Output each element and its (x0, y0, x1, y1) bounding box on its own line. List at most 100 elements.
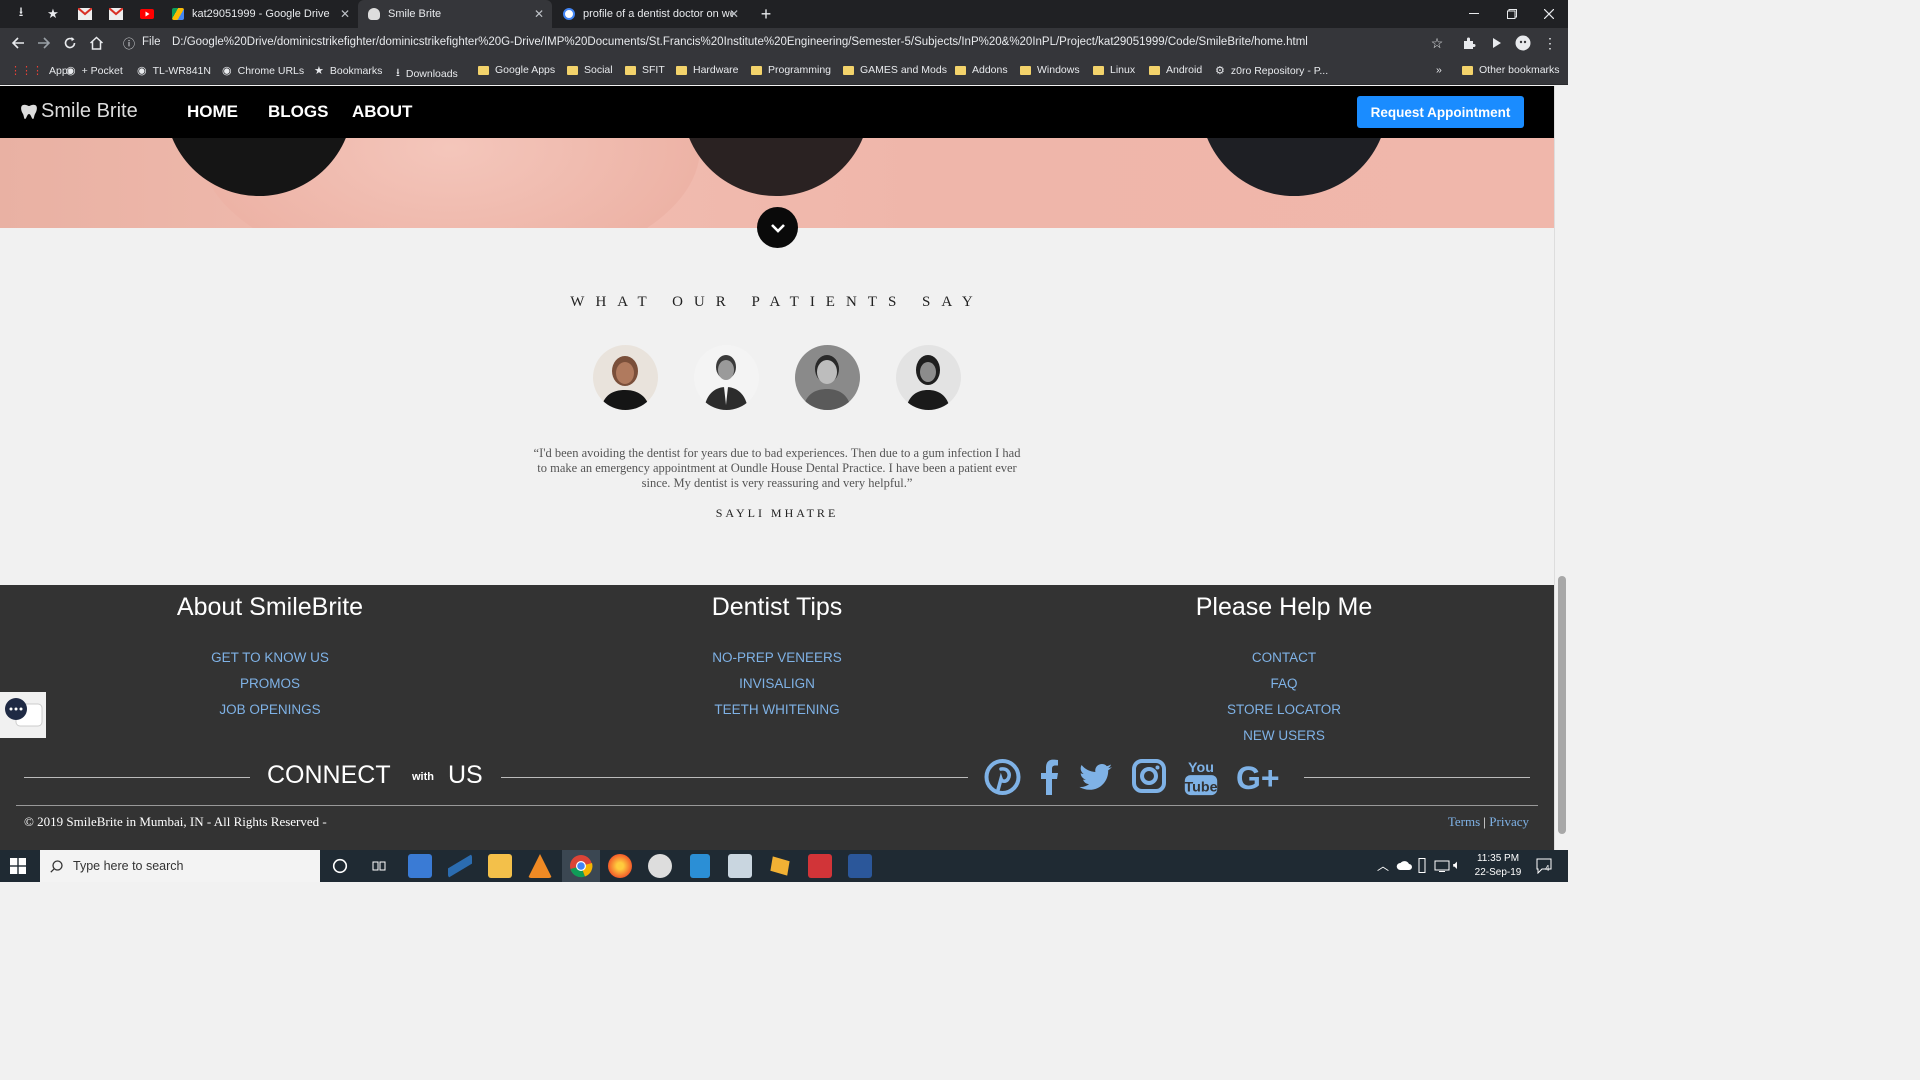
footer-link-get-to-know-us[interactable]: GET TO KNOW US (70, 650, 470, 665)
bookmarks-overflow-button[interactable]: » (1436, 64, 1442, 76)
profile-avatar-icon[interactable] (1513, 33, 1533, 53)
usb-device-icon[interactable] (1417, 858, 1427, 879)
footer-link-new-users[interactable]: NEW USERS (1084, 728, 1484, 743)
bookmark-linux[interactable]: Linux (1093, 64, 1135, 76)
privacy-link[interactable]: Privacy (1489, 814, 1529, 829)
cortana-icon[interactable] (332, 858, 348, 879)
footer-link-faq[interactable]: FAQ (1084, 676, 1484, 691)
footer-link-invisalign[interactable]: INVISALIGN (577, 676, 977, 691)
footer-link-teeth-whitening[interactable]: TEETH WHITENING (577, 702, 977, 717)
extensions-icon[interactable] (1459, 33, 1479, 53)
twitter-icon[interactable] (1078, 757, 1114, 797)
app-icon-phone[interactable] (690, 854, 710, 878)
app-icon-stream[interactable] (448, 854, 472, 878)
close-icon[interactable]: ✕ (729, 7, 739, 21)
task-view-icon[interactable] (371, 858, 387, 879)
minimize-button[interactable] (1455, 0, 1493, 28)
restore-button[interactable] (1493, 0, 1531, 28)
patient-avatar[interactable] (795, 345, 860, 410)
close-icon[interactable]: ✕ (534, 7, 544, 21)
bookmark-other-bookmarks[interactable]: Other bookmarks (1462, 64, 1560, 76)
bookmark-tl-wr841n[interactable]: ◉ TL-WR841N (137, 64, 211, 78)
download-icon[interactable]: ⭳ (11, 4, 31, 24)
footer-link-job-openings[interactable]: JOB OPENINGS (70, 702, 470, 717)
patient-avatar[interactable] (896, 345, 961, 410)
back-arrow-icon[interactable] (8, 33, 28, 53)
bookmark-chrome-urls[interactable]: ◉ Chrome URLs (222, 64, 304, 78)
youtube-icon[interactable]: You Tube (1183, 757, 1219, 797)
bookmark-android[interactable]: Android (1149, 64, 1202, 76)
chat-widget-button[interactable] (0, 692, 46, 738)
nav-about[interactable]: ABOUT (352, 102, 412, 122)
request-appointment-button[interactable]: Request Appointment (1357, 96, 1524, 128)
nav-blogs[interactable]: BLOGS (268, 102, 328, 122)
taskbar-search-box[interactable]: Type here to search (40, 850, 320, 882)
footer-help-title: Please Help Me (1195, 593, 1373, 621)
app-icon-red[interactable] (808, 854, 832, 878)
taskbar-active-app[interactable] (562, 850, 600, 882)
bookmark-pocket[interactable]: ◉ + Pocket (66, 64, 123, 78)
pinterest-icon[interactable] (984, 757, 1021, 797)
gmail-icon[interactable] (75, 4, 95, 24)
star-icon[interactable]: ★ (43, 4, 63, 24)
page-scrollbar[interactable] (1554, 86, 1568, 850)
gmail-icon[interactable] (106, 4, 126, 24)
bookmark-z0ro-repository[interactable]: ⚙ z0ro Repository - P... (1215, 64, 1328, 78)
bookmark-programming[interactable]: Programming (751, 64, 831, 76)
site-logo[interactable]: Smile Brite (20, 100, 138, 123)
terms-link[interactable]: Terms (1448, 814, 1480, 829)
menu-kebab-icon[interactable]: ⋮ (1540, 33, 1560, 53)
bookmark-games-and-mods[interactable]: GAMES and Mods (843, 64, 947, 76)
reload-icon[interactable] (60, 33, 80, 53)
tab-google-search[interactable]: profile of a dentist doctor on wel ✕ (553, 0, 747, 28)
footer-link-contact[interactable]: CONTACT (1084, 650, 1484, 665)
app-icon-photos[interactable] (648, 854, 672, 878)
new-tab-button[interactable]: + (756, 4, 776, 24)
volume-icon[interactable]: 🔈︎ (1453, 857, 1461, 873)
footer-link-store-locator[interactable]: STORE LOCATOR (1084, 702, 1484, 717)
forward-arrow-icon[interactable] (34, 33, 54, 53)
home-icon[interactable] (86, 33, 106, 53)
facebook-icon[interactable] (1038, 757, 1060, 797)
action-center-icon[interactable]: 4 (1536, 858, 1554, 879)
bookmark-google-apps[interactable]: Google Apps (478, 64, 555, 76)
bookmark-bookmarks[interactable]: ★ Bookmarks (314, 64, 382, 78)
bookmark-social[interactable]: Social (567, 64, 613, 76)
tab-google-drive[interactable]: kat29051999 - Google Drive ✕ (162, 0, 358, 28)
app-icon-remote[interactable] (728, 854, 752, 878)
nav-home[interactable]: HOME (187, 102, 238, 122)
bookmark-addons[interactable]: Addons (955, 64, 1008, 76)
app-icon-outlook[interactable] (408, 854, 432, 878)
patient-avatar[interactable] (694, 345, 759, 410)
youtube-icon[interactable] (137, 4, 157, 24)
close-window-button[interactable] (1530, 0, 1568, 28)
bookmark-apps[interactable]: ⋮⋮⋮ Apps (10, 64, 73, 78)
scrollbar-thumb[interactable] (1558, 576, 1566, 834)
address-bar[interactable]: D:/Google%20Drive/dominicstrikefighter/d… (172, 36, 1308, 48)
tab-smile-brite[interactable]: Smile Brite ✕ (358, 0, 552, 28)
cloud-icon[interactable] (1396, 858, 1412, 876)
bookmark-windows[interactable]: Windows (1020, 64, 1080, 76)
bookmark-hardware[interactable]: Hardware (676, 64, 739, 76)
word-icon[interactable] (848, 854, 872, 878)
bookmark-star-icon[interactable]: ☆ (1427, 33, 1447, 53)
vlc-icon[interactable] (528, 854, 552, 878)
footer-link-no-prep-veneers[interactable]: NO-PREP VENEERS (577, 650, 977, 665)
google-plus-icon[interactable]: G+ (1234, 757, 1288, 797)
instagram-icon[interactable] (1131, 757, 1167, 797)
bookmark-sfit[interactable]: SFIT (625, 64, 665, 76)
footer-link-promos[interactable]: PROMOS (70, 676, 470, 691)
windows-start-icon[interactable] (10, 858, 26, 879)
info-icon[interactable]: ⓘ (119, 33, 139, 53)
network-icon[interactable] (1434, 858, 1450, 879)
scroll-down-button[interactable] (757, 207, 798, 248)
chevron-up-icon[interactable]: ︿ (1377, 857, 1389, 874)
close-icon[interactable]: ✕ (340, 7, 350, 21)
sublime-text-icon[interactable] (770, 856, 790, 876)
taskbar-clock[interactable]: 11:35 PM 22-Sep-19 (1468, 852, 1528, 880)
media-play-icon[interactable] (1487, 33, 1507, 53)
firefox-icon[interactable] (608, 854, 632, 878)
file-explorer-icon[interactable] (488, 854, 512, 878)
patient-avatar[interactable] (593, 345, 658, 410)
bookmark-downloads[interactable]: ⭳ Downloads (396, 64, 458, 83)
